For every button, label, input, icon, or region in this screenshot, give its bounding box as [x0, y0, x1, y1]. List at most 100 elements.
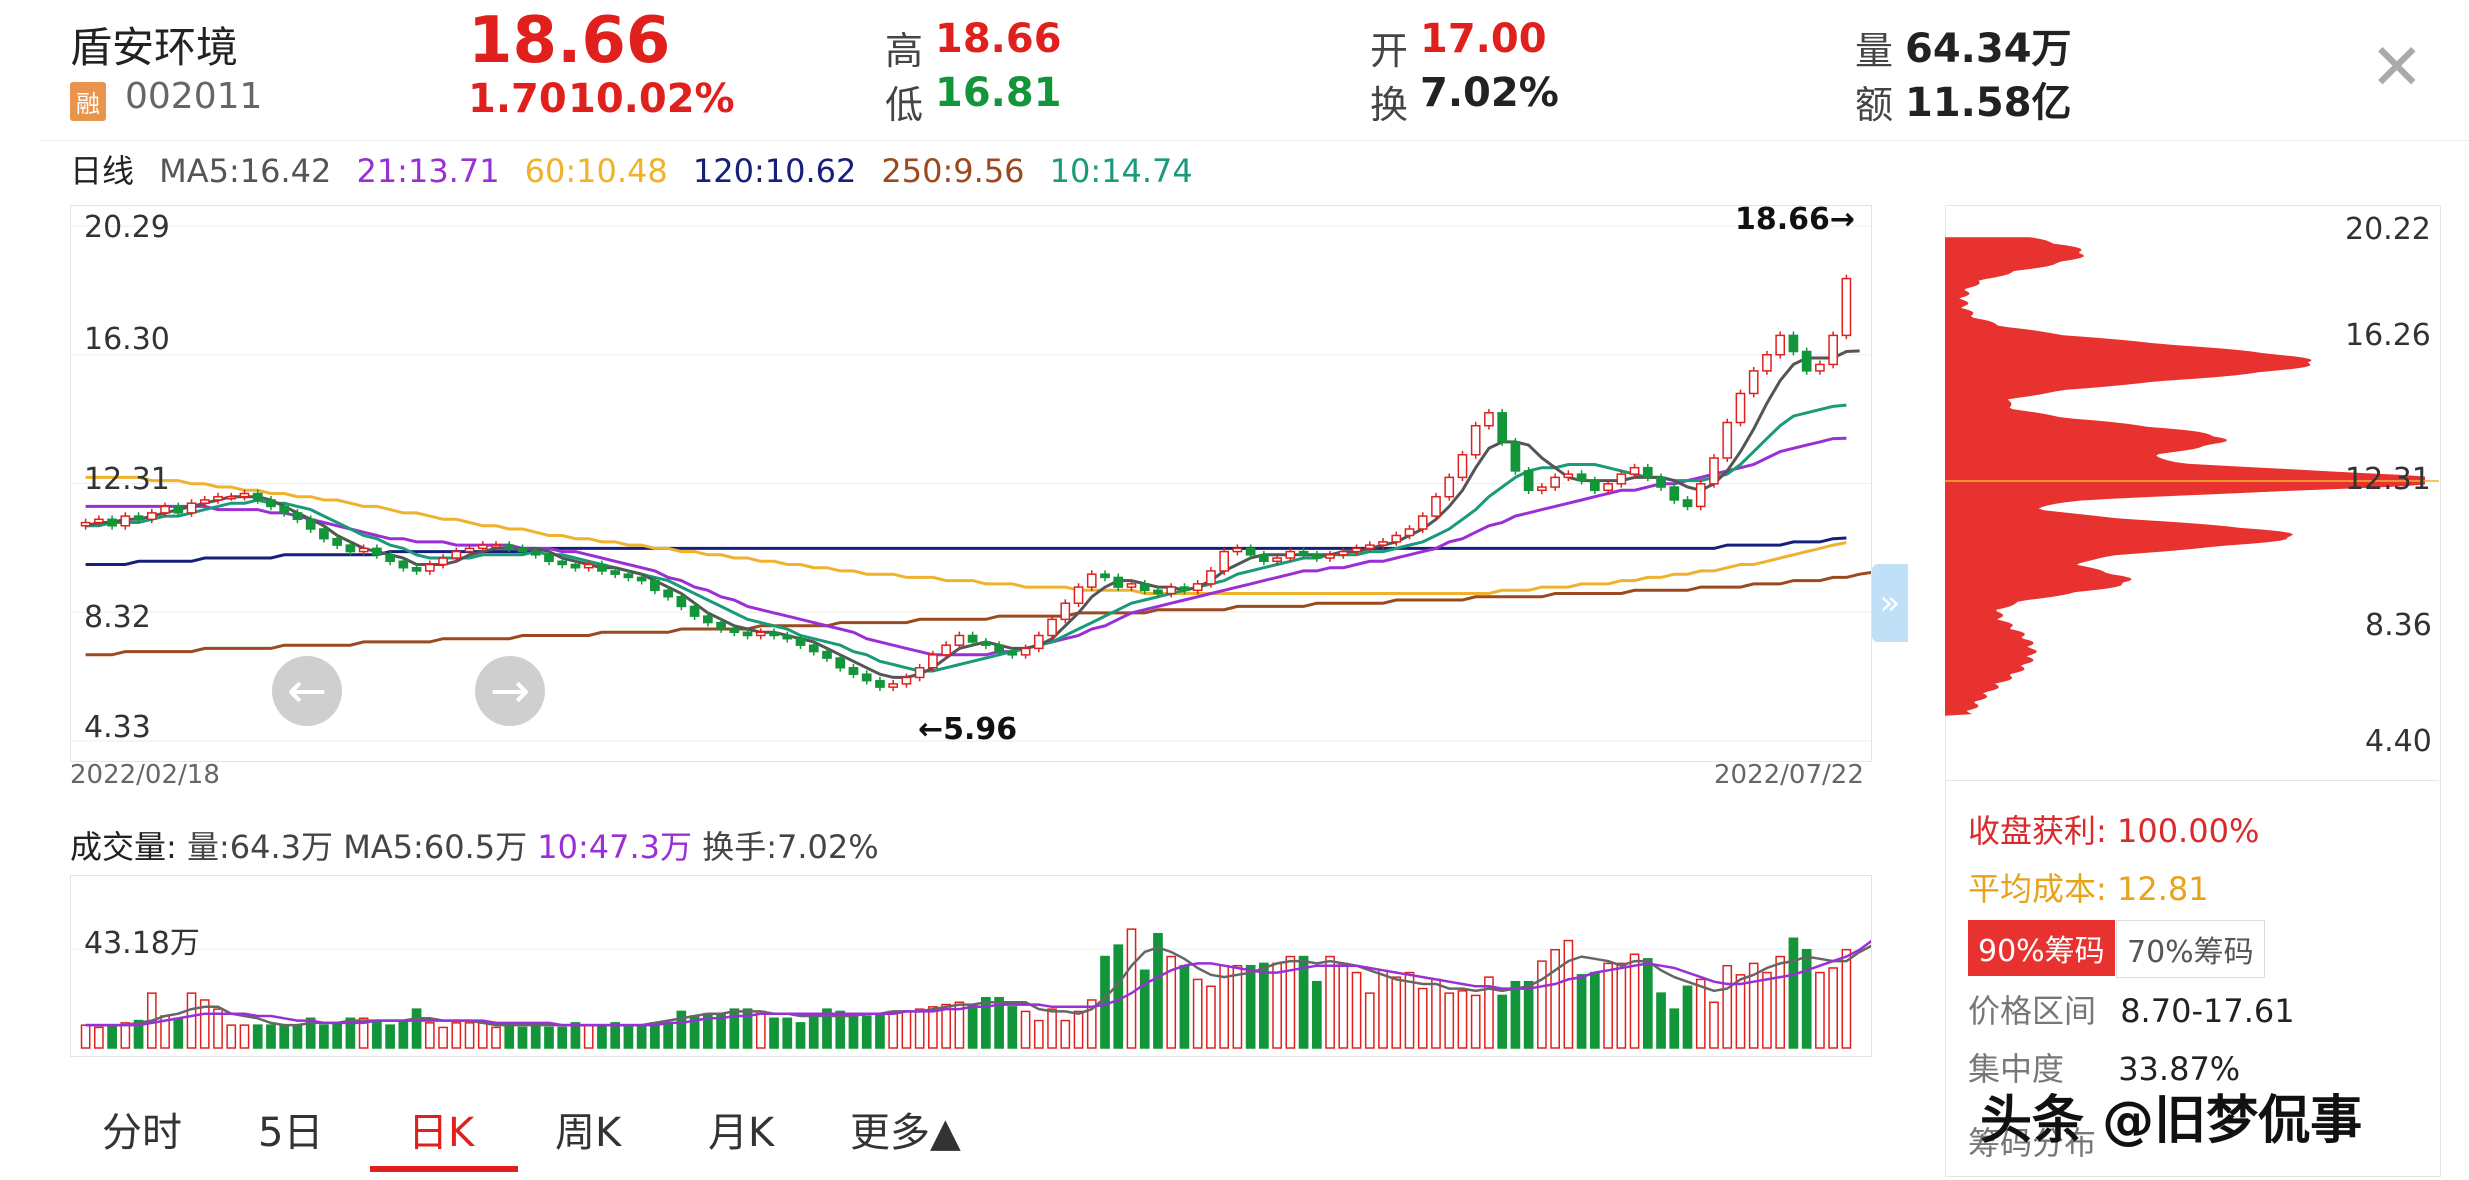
volume-bar	[650, 1022, 660, 1049]
volume-bar	[279, 1024, 290, 1049]
volume-bar	[1245, 964, 1256, 1049]
header-divider	[40, 140, 2469, 141]
line-ma5	[85, 349, 1860, 679]
volume-panel[interactable]	[70, 875, 1872, 1057]
volume-bar	[411, 1008, 422, 1049]
candle	[1086, 570, 1097, 591]
chip-avg-cost-label: 平均成本:	[1968, 870, 2107, 908]
candle	[914, 663, 925, 682]
volume-bar	[769, 1017, 779, 1049]
candle	[120, 512, 131, 530]
candle	[769, 628, 779, 640]
date-end: 2022/07/22	[1714, 760, 1864, 790]
volume-bar	[782, 1017, 793, 1049]
volume-bar	[1113, 944, 1124, 1049]
candle	[1735, 389, 1746, 427]
candle	[372, 544, 382, 559]
kline-chart	[71, 225, 1871, 742]
chip-90-button[interactable]: 90%筹码	[1968, 920, 2115, 976]
volume-bar	[610, 1022, 621, 1049]
volume-turnover: 换手:7.02%	[702, 828, 879, 866]
volume-bar	[1232, 964, 1243, 1049]
volume-bar	[1298, 955, 1309, 1049]
high-label: 高	[885, 29, 924, 73]
tab-more[interactable]: 更多▲	[850, 1100, 961, 1158]
kline-panel[interactable]	[70, 205, 1872, 762]
candle	[491, 541, 501, 550]
tab-intraday[interactable]: 分时	[102, 1100, 182, 1158]
candle	[438, 554, 448, 569]
candle	[1311, 550, 1322, 562]
volume-bar	[1576, 974, 1587, 1049]
chip-70-button[interactable]: 70%筹码	[2116, 920, 2265, 978]
volume-bar	[1033, 1019, 1044, 1049]
volume-bar	[1073, 1010, 1084, 1049]
line-ma10	[85, 403, 1847, 673]
chip-avg-cost-value: 12.81	[2116, 870, 2209, 908]
tab-5day[interactable]: 5日	[258, 1100, 323, 1158]
volume-bar	[1417, 987, 1428, 1049]
volume-bar	[186, 992, 197, 1049]
volume-bar	[1510, 980, 1521, 1049]
candle	[1033, 631, 1044, 653]
open-label: 开	[1370, 29, 1409, 73]
volume-bar	[1325, 955, 1335, 1049]
tab-weekly-k[interactable]: 周K	[555, 1100, 621, 1158]
volume-bar	[1404, 971, 1415, 1049]
high-value: 18.66	[935, 16, 1062, 62]
volume-bar	[1801, 948, 1812, 1049]
volume-bar	[570, 1022, 581, 1049]
volume-bar	[1656, 992, 1666, 1049]
volume-bar	[1206, 985, 1216, 1049]
scroll-right-button[interactable]: →	[475, 656, 545, 726]
volume-bar	[1192, 978, 1203, 1049]
volume-bar	[1378, 969, 1388, 1049]
candle	[424, 560, 435, 575]
volume-bar	[252, 1024, 263, 1049]
scroll-left-button[interactable]: ←	[272, 656, 342, 726]
candle	[1232, 544, 1243, 556]
tab-daily-k[interactable]: 日K	[408, 1100, 474, 1158]
candle	[1682, 496, 1693, 511]
volume-legend: 成交量: 量:64.3万 MA5:60.5万 10:47.3万 换手:7.02%	[70, 822, 879, 868]
volume-bar	[1351, 971, 1362, 1049]
y-tick-3: 8.32	[84, 600, 151, 635]
volume-bar	[1815, 971, 1825, 1049]
volume-bar	[861, 1015, 872, 1049]
chip-profit: 收盘获利: 100.00%	[1968, 806, 2259, 852]
volume-bar	[80, 1024, 91, 1049]
candle	[1047, 615, 1057, 640]
candle	[1431, 492, 1441, 520]
volume-bar	[477, 1022, 488, 1049]
stock-code: 002011	[125, 76, 263, 117]
volume-bar	[517, 1026, 528, 1049]
max-price-annotation: 18.66→	[1735, 202, 1856, 237]
candle	[1801, 347, 1812, 375]
date-start: 2022/02/18	[70, 760, 220, 790]
volume-bar	[94, 1026, 104, 1049]
chip-range-label: 价格区间	[1968, 992, 2097, 1030]
candle	[1073, 583, 1084, 608]
volume-bar	[1153, 932, 1163, 1049]
close-icon[interactable]: ✕	[2370, 36, 2424, 100]
volume-bar	[213, 1008, 223, 1049]
tab-monthly-k[interactable]: 月K	[708, 1100, 774, 1158]
legend-ma60: 60:10.48	[524, 152, 668, 190]
candle	[1457, 450, 1468, 482]
volume-bar	[1735, 974, 1746, 1049]
chip-y-tick-1: 16.26	[2345, 318, 2431, 353]
volume-bar	[319, 1024, 329, 1049]
volume-value: 64.34万	[1905, 26, 2072, 72]
candle	[1219, 547, 1230, 575]
candle	[1550, 473, 1560, 491]
candle	[861, 670, 872, 685]
collapse-chips-button[interactable]: »	[1872, 564, 1908, 642]
legend-ma250: 250:9.56	[881, 152, 1025, 190]
volume-bar	[1126, 928, 1137, 1049]
volume-bar	[1391, 976, 1402, 1049]
chip-profit-label: 收盘获利:	[1968, 812, 2107, 850]
amount-value: 11.58亿	[1905, 80, 2072, 126]
chip-y-tick-3: 8.36	[2365, 608, 2432, 643]
current-price: 18.66	[468, 4, 671, 78]
volume-bar	[1841, 948, 1852, 1049]
